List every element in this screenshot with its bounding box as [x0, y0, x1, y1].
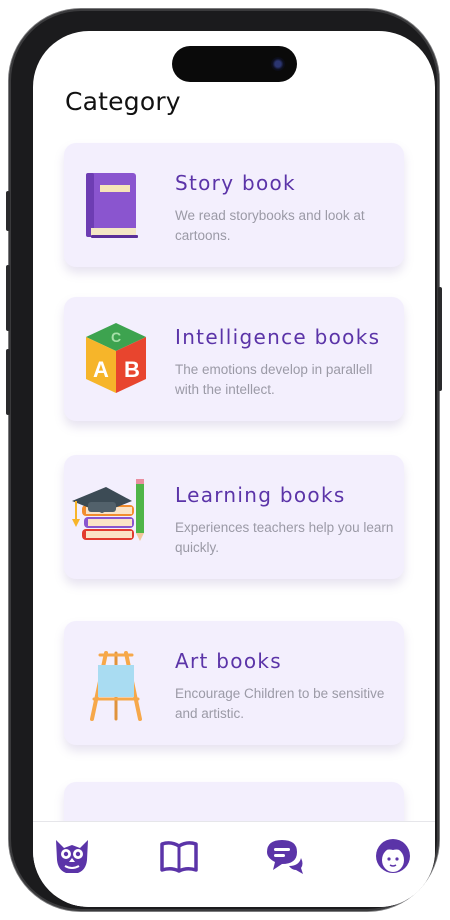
chat-icon[interactable]	[265, 836, 305, 876]
abc-blocks-icon: C A B	[86, 323, 146, 393]
page-title: Category	[65, 87, 181, 116]
block-letter-b: B	[124, 357, 140, 382]
card-description: Experiences teachers help you learn quic…	[175, 520, 394, 555]
camera-icon	[271, 57, 285, 71]
dynamic-island	[172, 46, 297, 82]
card-title: Story book	[175, 171, 296, 195]
profile-icon[interactable]	[373, 836, 413, 876]
block-letter-a: A	[93, 357, 109, 382]
app-screen: Category Story book We read storybooks a…	[33, 31, 435, 907]
card-title: Learning books	[175, 483, 346, 507]
phone-frame: Category Story book We read storybooks a…	[6, 9, 442, 911]
card-description: We read storybooks and look at cartoons.	[175, 208, 365, 243]
owl-icon[interactable]	[52, 836, 92, 876]
easel-icon	[90, 651, 142, 721]
card-description: Encourage Children to be sensitive and a…	[175, 686, 385, 721]
category-card-art-books[interactable]: Art books Encourage Children to be sensi…	[64, 621, 404, 745]
volume-up-button	[6, 265, 10, 331]
bottom-tab-bar	[33, 821, 435, 907]
graduation-books-icon	[72, 479, 144, 541]
book-icon	[86, 173, 138, 238]
volume-down-button	[6, 349, 10, 415]
category-card-intelligence-books[interactable]: C A B Intelligence books The emotions de…	[64, 297, 404, 421]
action-button	[6, 191, 10, 231]
power-button	[438, 287, 442, 391]
card-description: The emotions develop in parallell with t…	[175, 362, 373, 397]
category-card-story-book[interactable]: Story book We read storybooks and look a…	[64, 143, 404, 267]
card-title: Intelligence books	[175, 325, 381, 349]
category-card-learning-books[interactable]: Learning books Experiences teachers help…	[64, 455, 404, 579]
card-title: Art books	[175, 649, 282, 673]
block-letter-c: C	[111, 329, 121, 345]
open-book-icon[interactable]	[159, 836, 199, 876]
